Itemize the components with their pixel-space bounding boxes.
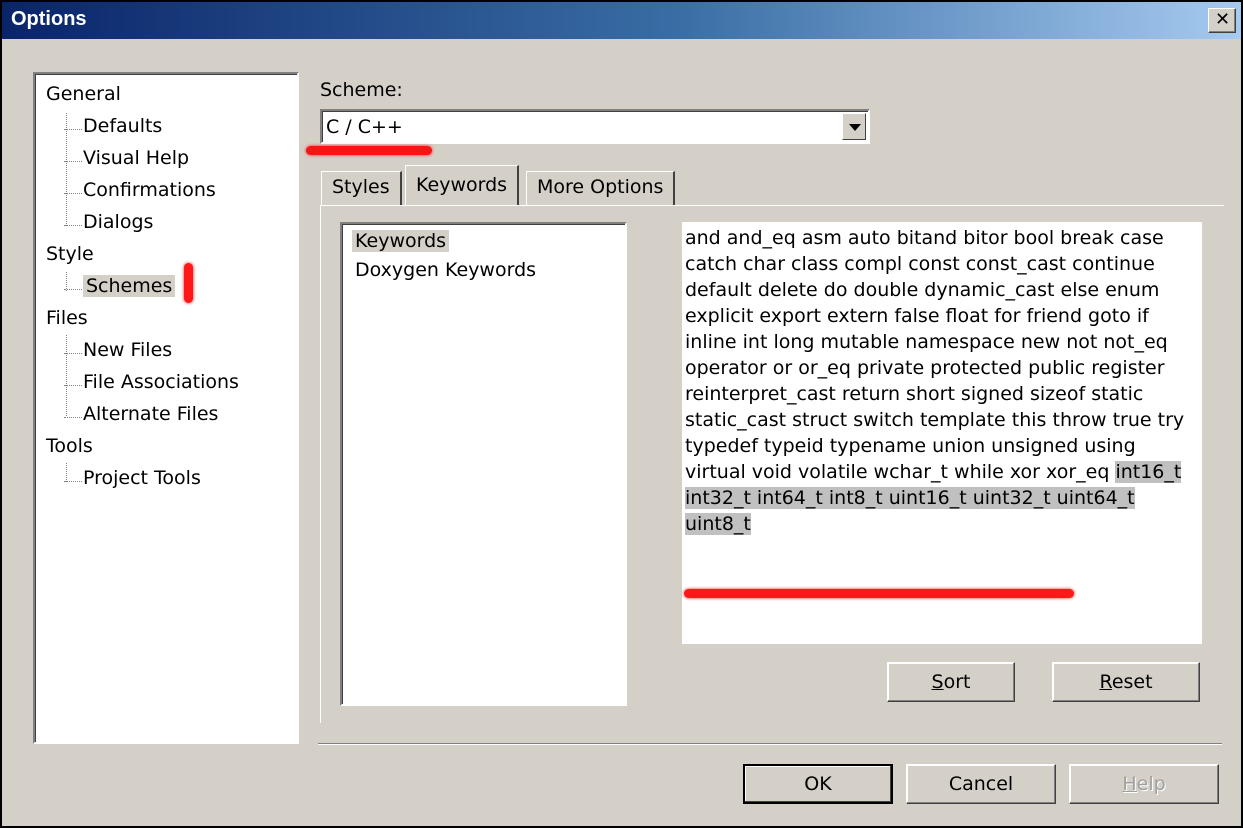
help-button[interactable]: Help: [1069, 764, 1219, 804]
reset-button[interactable]: Reset: [1052, 662, 1200, 702]
scheme-dropdown[interactable]: C / C++: [320, 109, 870, 144]
tree-item[interactable]: General: [46, 83, 121, 105]
list-item[interactable]: Doxygen Keywords: [352, 259, 539, 281]
tree-item[interactable]: File Associations: [64, 371, 239, 393]
tree-item[interactable]: Alternate Files: [64, 403, 219, 425]
tree-item-label: Visual Help: [83, 147, 190, 169]
sort-button[interactable]: Sort: [887, 662, 1015, 702]
keyword-sets-list[interactable]: Keywords Doxygen Keywords: [340, 222, 627, 706]
tree-connector: [64, 129, 82, 130]
tree-connector: [64, 161, 82, 162]
tree-connector: [64, 289, 82, 290]
tree-connector: [64, 417, 82, 418]
tree-item-label: Style: [46, 243, 94, 265]
tree-item-label: Tools: [46, 435, 93, 457]
keyword-set-label: Keywords: [352, 230, 450, 252]
tree-item[interactable]: New Files: [64, 339, 173, 361]
tree-item[interactable]: Style: [46, 243, 94, 265]
help-access-key: H: [1122, 773, 1137, 795]
help-label-rest: elp: [1136, 773, 1166, 795]
keyword-set-label: Doxygen Keywords: [355, 259, 537, 281]
annotation-mark: [306, 146, 432, 155]
window-title: Options: [11, 8, 87, 30]
tree-item-label: General: [46, 83, 121, 105]
tree-item[interactable]: Tools: [46, 435, 93, 457]
tree-item-label: Alternate Files: [83, 403, 219, 425]
sort-access-key: S: [931, 671, 944, 693]
tree-item-label: File Associations: [83, 371, 239, 393]
reset-access-key: R: [1099, 671, 1112, 693]
tree-item[interactable]: Files: [46, 307, 88, 329]
ok-button[interactable]: OK: [743, 764, 893, 804]
tree-item-label: Dialogs: [83, 211, 154, 233]
tree-item[interactable]: Project Tools: [64, 467, 201, 489]
options-dialog: Options ✕ General Defaults Visual Help Conf…: [0, 0, 1243, 828]
tree-connector: [64, 481, 82, 482]
annotation-mark: [684, 589, 1074, 598]
tab-styles[interactable]: Styles: [321, 171, 402, 205]
tree-item-label: Defaults: [83, 115, 163, 137]
scheme-value: C / C++: [326, 116, 403, 138]
tree-connector: [64, 225, 82, 226]
tree-item-label: Schemes: [83, 275, 176, 297]
scheme-label: Scheme:: [320, 79, 403, 101]
tree-connector: [64, 353, 82, 354]
tab-more-options[interactable]: More Options: [526, 171, 676, 205]
annotation-mark: [184, 263, 193, 303]
cancel-button[interactable]: Cancel: [906, 764, 1056, 804]
keywords-plain: and and_eq asm auto bitand bitor bool br…: [685, 227, 1185, 483]
tree-connector: [66, 463, 67, 482]
tree-item[interactable]: Dialogs: [64, 211, 154, 233]
title-bar[interactable]: Options ✕: [2, 2, 1241, 39]
tree-connector: [64, 193, 82, 194]
chevron-down-icon[interactable]: [842, 113, 866, 140]
tree-connector: [64, 385, 82, 386]
sort-label-rest: ort: [943, 671, 971, 693]
close-icon: ✕: [1215, 9, 1231, 30]
list-item[interactable]: Keywords: [352, 230, 450, 252]
tree-item-label: New Files: [83, 339, 173, 361]
keywords-textarea[interactable]: and and_eq asm auto bitand bitor bool br…: [682, 222, 1202, 644]
tree-connector: [66, 335, 67, 416]
tree-item[interactable]: Schemes: [64, 275, 176, 297]
reset-label-rest: eset: [1111, 671, 1153, 693]
tree-item[interactable]: Visual Help: [64, 147, 190, 169]
tree-item-label: Confirmations: [83, 179, 216, 201]
tree-item-label: Files: [46, 307, 88, 329]
keywords-text: and and_eq asm auto bitand bitor bool br…: [685, 225, 1197, 537]
close-button[interactable]: ✕: [1208, 8, 1236, 33]
divider: [318, 743, 1222, 745]
tree-item[interactable]: Confirmations: [64, 179, 216, 201]
tab-keywords[interactable]: Keywords: [405, 165, 520, 205]
tree-item[interactable]: Defaults: [64, 115, 163, 137]
tree-item-label: Project Tools: [83, 467, 201, 489]
